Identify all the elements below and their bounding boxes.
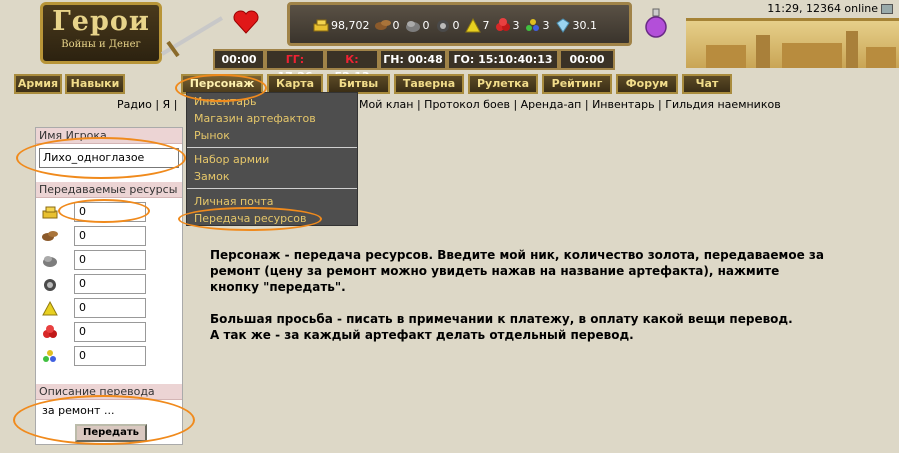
resource-row: 0 — [40, 274, 180, 294]
description-input[interactable]: за ремонт ... — [39, 403, 179, 421]
timer-bar: 00:00 ГГ: 17:26 К: 52:13 ГН: 00:48 ГО: 1… — [213, 49, 687, 83]
nav-skills[interactable]: Навыки — [65, 74, 125, 94]
resource-row: 0 — [40, 346, 180, 366]
ore-icon — [41, 252, 59, 268]
mercury-icon — [434, 17, 452, 33]
instruction-paragraph: Персонаж - передача ресурсов. Введите мо… — [210, 248, 824, 294]
nav-tavern[interactable]: Таверна — [394, 74, 464, 94]
window-icon[interactable] — [881, 3, 893, 14]
resource-counter: 0 — [404, 17, 430, 33]
resource-row: 0 — [40, 226, 180, 246]
crystal-icon — [494, 17, 512, 33]
menu-divider — [187, 188, 357, 189]
player-name-input[interactable]: Лихо_одноглазое — [39, 148, 179, 168]
transfer-form: Имя Игрока Лихо_одноглазое Передаваемые … — [35, 127, 183, 445]
resource-amount-input[interactable]: 0 — [74, 322, 146, 342]
nav-forum[interactable]: Форум — [616, 74, 678, 94]
sub-links-left[interactable]: Радио | Я | — [117, 98, 177, 111]
timer-gn: ГН: 00:48 — [379, 49, 447, 70]
menu-item-artifact-shop[interactable]: Магазин артефактов — [194, 112, 316, 125]
wood-icon — [374, 17, 392, 33]
logo-subtitle: Войны и Денег — [61, 39, 141, 50]
menu-item-inventory[interactable]: Инвентарь — [194, 95, 256, 108]
resource-row: 0 — [40, 202, 180, 222]
player-name-header: Имя Игрока — [36, 128, 182, 144]
menu-item-castle[interactable]: Замок — [194, 170, 229, 183]
game-header: Герои Войны и Денег 98,702 0 0 0 7 3 3 30.1 11:… — [0, 0, 899, 97]
resource-amount-input[interactable]: 0 — [74, 274, 146, 294]
sub-links-right[interactable]: Мой клан | Протокол боев | Аренда-ап | И… — [359, 98, 781, 111]
transfer-button[interactable]: Передать — [75, 424, 147, 442]
castle-scenery — [686, 18, 899, 68]
gems-icon — [41, 348, 59, 364]
sulfur-icon — [41, 300, 59, 316]
menu-item-market[interactable]: Рынок — [194, 129, 230, 142]
resource-amount-input[interactable]: 0 — [74, 202, 146, 222]
resource-counter: 7 — [464, 17, 490, 33]
resource-row: 0 — [40, 322, 180, 342]
wood-icon — [41, 228, 59, 244]
gold-icon — [41, 204, 59, 220]
resource-value: 7 — [482, 18, 490, 32]
nav-roulette[interactable]: Рулетка — [468, 74, 538, 94]
timer-guild-hunters: ГГ: 17:26 — [265, 49, 325, 83]
timer-1: 00:00 — [213, 49, 265, 70]
resource-counter: 3 — [494, 17, 520, 33]
nav-character[interactable]: Персонаж — [181, 74, 263, 94]
resource-counter: 30.1 — [554, 17, 598, 33]
resource-value: 3 — [542, 18, 550, 32]
resource-row: 0 — [40, 250, 180, 270]
gold-icon — [312, 17, 330, 33]
request-paragraph-2: А так же - за каждый артефакт делать отд… — [210, 328, 634, 342]
nav-map[interactable]: Карта — [267, 74, 323, 94]
mercury-icon — [41, 276, 59, 292]
resources-header: Передаваемые ресурсы — [36, 182, 182, 198]
heart-icon[interactable] — [232, 8, 260, 36]
resource-counter: 0 — [434, 17, 460, 33]
ore-icon — [404, 17, 422, 33]
menu-item-mail[interactable]: Личная почта — [194, 195, 274, 208]
resource-counter: 3 — [524, 17, 550, 33]
resource-value: 0 — [452, 18, 460, 32]
instructions-text: Персонаж - передача ресурсов. Введите мо… — [210, 247, 830, 343]
crystal-icon — [41, 324, 59, 340]
time-online-text: 11:29, 12364 online — [767, 2, 878, 15]
sulfur-icon — [464, 17, 482, 33]
resource-value: 0 — [392, 18, 400, 32]
diamond-icon — [554, 17, 572, 33]
resource-panel: 98,702 0 0 0 7 3 3 30.1 — [287, 2, 632, 46]
game-logo[interactable]: Герои Войны и Денег — [40, 2, 162, 64]
request-paragraph: Большая просьба - писать в примечании к … — [210, 312, 793, 326]
description-header: Описание перевода — [36, 384, 182, 400]
timer-go: ГО: 15:10:40:13 — [447, 49, 559, 70]
resource-amount-input[interactable]: 0 — [74, 250, 146, 270]
resource-value: 3 — [512, 18, 520, 32]
timer-k: К: 52:13 — [325, 49, 379, 83]
timer-6: 00:00 — [559, 49, 615, 70]
gems-icon — [524, 17, 542, 33]
nav-chat[interactable]: Чат — [682, 74, 732, 94]
resource-value: 98,702 — [331, 18, 370, 32]
resource-value: 0 — [422, 18, 430, 32]
menu-divider — [187, 147, 357, 148]
nav-battles[interactable]: Битвы — [327, 74, 390, 94]
logo-title: Герои — [52, 6, 150, 37]
resource-counter: 0 — [374, 17, 400, 33]
resource-amount-input[interactable]: 0 — [74, 226, 146, 246]
server-status: 11:29, 12364 online — [767, 2, 893, 15]
resource-amount-input[interactable]: 0 — [74, 346, 146, 366]
resource-counter: 98,702 — [312, 17, 370, 33]
character-dropdown-menu: Инвентарь Магазин артефактов Рынок Набор… — [186, 92, 358, 226]
nav-rating[interactable]: Рейтинг — [542, 74, 612, 94]
resource-amount-input[interactable]: 0 — [74, 298, 146, 318]
menu-item-transfer-resources[interactable]: Передача ресурсов — [194, 212, 306, 225]
resource-row: 0 — [40, 298, 180, 318]
nav-army[interactable]: Армия — [14, 74, 62, 94]
resource-value: 30.1 — [572, 18, 598, 32]
potion-icon[interactable] — [644, 8, 668, 38]
menu-item-army-recruit[interactable]: Набор армии — [194, 153, 269, 166]
